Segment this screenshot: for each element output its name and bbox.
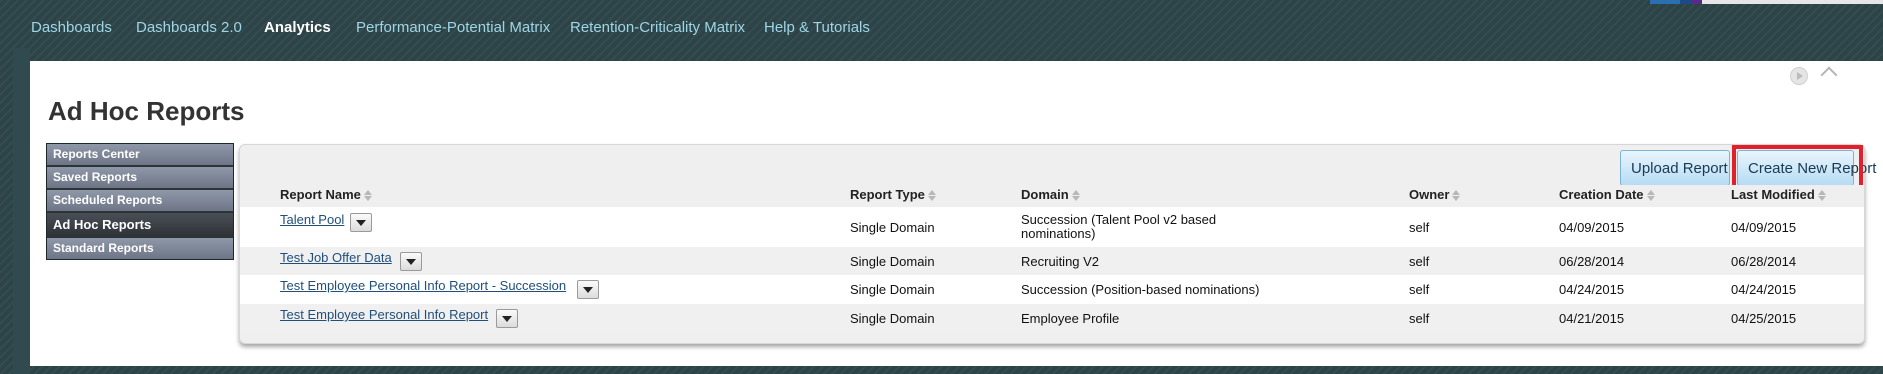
report-domain: Succession (Position-based nominations) <box>1021 282 1260 297</box>
header-domain[interactable]: Domain <box>1021 187 1080 202</box>
top-navigation: Dashboards Dashboards 2.0 Analytics Perf… <box>0 0 1883 58</box>
report-domain: Recruiting V2 <box>1021 254 1100 269</box>
nav-performance-potential-matrix[interactable]: Performance-Potential Matrix <box>356 19 550 36</box>
header-owner[interactable]: Owner <box>1409 187 1461 202</box>
report-owner: self <box>1409 311 1430 326</box>
upload-report-button[interactable]: Upload Report <box>1620 150 1730 186</box>
sort-icon[interactable] <box>1071 189 1080 202</box>
brand-strip <box>1650 0 1883 4</box>
header-creation-date[interactable]: Creation Date <box>1559 187 1655 202</box>
page-title: Ad Hoc Reports <box>48 96 245 126</box>
header-report-type[interactable]: Report Type <box>850 187 936 202</box>
sidebar-item-saved-reports[interactable]: Saved Reports <box>47 167 233 190</box>
header-report-name[interactable]: Report Name <box>280 187 372 202</box>
report-type: Single Domain <box>850 254 935 269</box>
row-actions-dropdown-icon[interactable] <box>577 280 599 299</box>
panel-left-edge <box>13 48 30 374</box>
row-actions-dropdown-icon[interactable] <box>496 309 518 328</box>
table-row: Test Employee Personal Info Report - Suc… <box>240 275 1864 304</box>
reports-sidebar: Reports Center Saved Reports Scheduled R… <box>46 143 234 260</box>
table-row: Test Employee Personal Info Report Singl… <box>240 304 1864 334</box>
table-row: Talent Pool Single Domain Succession (Ta… <box>240 207 1864 247</box>
row-actions-dropdown-icon[interactable] <box>350 213 372 232</box>
report-creation-date: 06/28/2014 <box>1559 254 1625 269</box>
report-link[interactable]: Test Employee Personal Info Report - Suc… <box>280 278 566 293</box>
collapse-caret-icon[interactable] <box>1820 66 1838 84</box>
report-domain: Employee Profile <box>1021 311 1120 326</box>
report-link[interactable]: Test Job Offer Data <box>280 250 392 265</box>
report-owner: self <box>1409 282 1430 297</box>
report-domain: Succession (Talent Pool v2 based nominat… <box>1021 212 1217 241</box>
nav-dashboards[interactable]: Dashboards <box>31 19 112 36</box>
report-last-modified: 04/09/2015 <box>1731 220 1797 235</box>
report-last-modified: 04/25/2015 <box>1731 311 1797 326</box>
sort-icon[interactable] <box>1817 189 1826 202</box>
report-creation-date: 04/24/2015 <box>1559 282 1625 297</box>
report-link[interactable]: Test Employee Personal Info Report <box>280 307 488 322</box>
sort-icon[interactable] <box>927 189 936 202</box>
report-owner: self <box>1409 254 1430 269</box>
sidebar-item-standard-reports[interactable]: Standard Reports <box>47 238 233 259</box>
main-panel: Ad Hoc Reports Reports Center Saved Repo… <box>30 61 1883 366</box>
report-type: Single Domain <box>850 311 935 326</box>
sidebar-item-ad-hoc-reports[interactable]: Ad Hoc Reports <box>47 213 233 238</box>
report-owner: self <box>1409 220 1430 235</box>
report-last-modified: 06/28/2014 <box>1731 254 1797 269</box>
report-link[interactable]: Talent Pool <box>280 212 344 227</box>
sidebar-item-scheduled-reports[interactable]: Scheduled Reports <box>47 190 233 213</box>
report-creation-date: 04/21/2015 <box>1559 311 1625 326</box>
header-last-modified[interactable]: Last Modified <box>1731 187 1826 202</box>
create-new-report-button[interactable]: Create New Report <box>1737 150 1876 186</box>
row-actions-dropdown-icon[interactable] <box>400 252 422 271</box>
reports-table-container: Upload Report Create New Report Report N… <box>239 144 1876 344</box>
table-row: Test Job Offer Data Single Domain Recrui… <box>240 247 1864 275</box>
report-last-modified: 04/24/2015 <box>1731 282 1797 297</box>
report-type: Single Domain <box>850 220 935 235</box>
nav-analytics[interactable]: Analytics <box>264 19 331 36</box>
sort-icon[interactable] <box>363 189 372 202</box>
nav-retention-criticality-matrix[interactable]: Retention-Criticality Matrix <box>570 19 745 36</box>
sort-icon[interactable] <box>1646 189 1655 202</box>
table-header: Report Name Report Type Domain Owner Cre… <box>240 185 1864 207</box>
sidebar-item-reports-center[interactable]: Reports Center <box>47 144 233 167</box>
nav-help-tutorials[interactable]: Help & Tutorials <box>764 19 870 36</box>
play-circle-icon[interactable] <box>1790 67 1808 85</box>
report-type: Single Domain <box>850 282 935 297</box>
sort-icon[interactable] <box>1452 189 1461 202</box>
nav-dashboards-2[interactable]: Dashboards 2.0 <box>136 19 242 36</box>
report-creation-date: 04/09/2015 <box>1559 220 1625 235</box>
